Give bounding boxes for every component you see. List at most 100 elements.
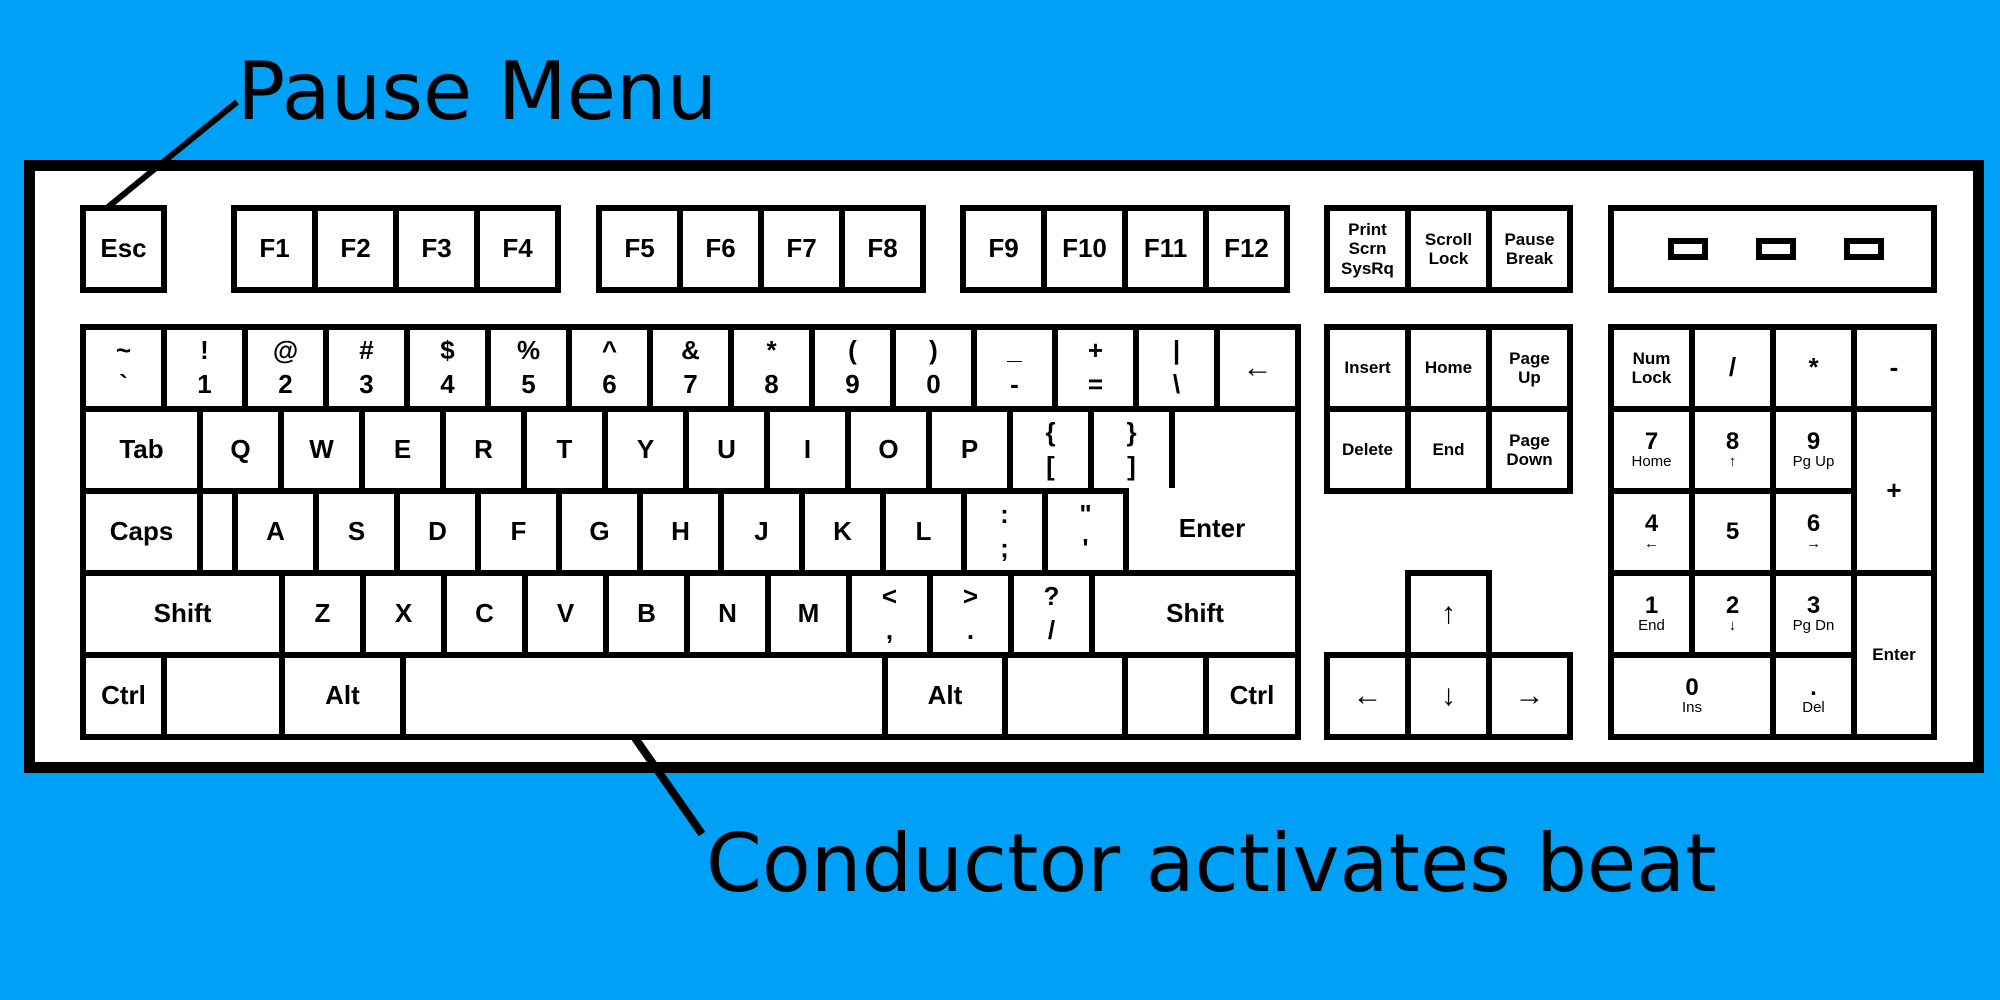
key-x[interactable]: X (360, 570, 447, 658)
key-f2[interactable]: F2 (312, 205, 399, 293)
key-blank-win-left[interactable] (161, 652, 285, 740)
key-insert[interactable]: Insert (1324, 324, 1411, 412)
key-r[interactable]: R (440, 406, 527, 494)
key-d[interactable]: D (394, 488, 481, 576)
key-l[interactable]: L (880, 488, 967, 576)
key-spacebar[interactable] (400, 652, 888, 740)
key-4[interactable]: $4 (404, 324, 491, 412)
key-arrow-right[interactable]: → (1486, 652, 1573, 740)
key-comma[interactable]: <, (846, 570, 933, 658)
key-f10[interactable]: F10 (1041, 205, 1128, 293)
key-f12[interactable]: F12 (1203, 205, 1290, 293)
key-minus[interactable]: _ - (971, 324, 1058, 412)
key-alt-left[interactable]: Alt (279, 652, 406, 740)
key-f11[interactable]: F11 (1122, 205, 1209, 293)
key-f1[interactable]: F1 (231, 205, 318, 293)
key-1[interactable]: ! 1 (161, 324, 248, 412)
key-a[interactable]: A (232, 488, 319, 576)
key-f8[interactable]: F8 (839, 205, 926, 293)
key-e[interactable]: E (359, 406, 446, 494)
key-ctrl-left[interactable]: Ctrl (80, 652, 167, 740)
key-m[interactable]: M (765, 570, 852, 658)
key-print-screen[interactable]: Print Scrn SysRq (1324, 205, 1411, 293)
key-equals[interactable]: + = (1052, 324, 1139, 412)
key-alt-right[interactable]: Alt (882, 652, 1008, 740)
key-end[interactable]: End (1405, 406, 1492, 494)
key-arrow-up[interactable]: ↑ (1405, 570, 1492, 658)
key-numpad-enter[interactable]: Enter (1851, 570, 1937, 740)
key-arrow-down[interactable]: ↓ (1405, 652, 1492, 740)
key-f3[interactable]: F3 (393, 205, 480, 293)
key-numpad-multiply[interactable]: * (1770, 324, 1857, 412)
key-numpad-9[interactable]: 9 Pg Up (1770, 406, 1857, 494)
key-page-down[interactable]: Page Down (1486, 406, 1573, 494)
key-period[interactable]: >. (927, 570, 1014, 658)
key-f5[interactable]: F5 (596, 205, 683, 293)
key-f4[interactable]: F4 (474, 205, 561, 293)
key-numpad-divide[interactable]: / (1689, 324, 1776, 412)
key-numpad-7[interactable]: 7 Home (1608, 406, 1695, 494)
key-b[interactable]: B (603, 570, 690, 658)
key-home[interactable]: Home (1405, 324, 1492, 412)
key-5[interactable]: % 5 (485, 324, 572, 412)
key-i[interactable]: I (764, 406, 851, 494)
key-numpad-3[interactable]: 3 Pg Dn (1770, 570, 1857, 658)
key-quote[interactable]: " ' (1042, 488, 1129, 576)
key-numpad-2[interactable]: 2 ↓ (1689, 570, 1776, 658)
key-semicolon[interactable]: :; (961, 488, 1048, 576)
key-numpad-8[interactable]: 8 ↑ (1689, 406, 1776, 494)
key-scroll-lock[interactable]: Scroll Lock (1405, 205, 1492, 293)
key-7[interactable]: & 7 (647, 324, 734, 412)
key-3[interactable]: #3 (323, 324, 410, 412)
key-bracket-right[interactable]: }] (1088, 406, 1175, 494)
key-f[interactable]: F (475, 488, 562, 576)
key-v[interactable]: V (522, 570, 609, 658)
key-z[interactable]: Z (279, 570, 366, 658)
key-y[interactable]: Y (602, 406, 689, 494)
key-arrow-left[interactable]: ← (1324, 652, 1411, 740)
key-numpad-0[interactable]: 0 Ins (1608, 652, 1776, 740)
key-shift-right[interactable]: Shift (1089, 570, 1301, 658)
key-esc[interactable]: Esc (80, 205, 167, 293)
key-c[interactable]: C (441, 570, 528, 658)
key-k[interactable]: K (799, 488, 886, 576)
key-numpad-1[interactable]: 1 End (1608, 570, 1695, 658)
key-h[interactable]: H (637, 488, 724, 576)
key-blank-win-right[interactable] (1002, 652, 1128, 740)
key-f6[interactable]: F6 (677, 205, 764, 293)
key-numpad-6[interactable]: 6 → (1770, 488, 1857, 576)
key-shift-left[interactable]: Shift (80, 570, 285, 658)
key-g[interactable]: G (556, 488, 643, 576)
key-q[interactable]: Q (197, 406, 284, 494)
key-slash[interactable]: ? / (1008, 570, 1095, 658)
key-blank-menu[interactable] (1122, 652, 1209, 740)
key-numpad-decimal[interactable]: . Del (1770, 652, 1857, 740)
key-8[interactable]: * 8 (728, 324, 815, 412)
key-num-lock[interactable]: Num Lock (1608, 324, 1695, 412)
key-numpad-5[interactable]: 5 (1689, 488, 1776, 576)
key-9[interactable]: (9 (809, 324, 896, 412)
key-bracket-left[interactable]: {[ (1007, 406, 1094, 494)
key-ctrl-right[interactable]: Ctrl (1203, 652, 1301, 740)
key-numpad-minus[interactable]: - (1851, 324, 1937, 412)
key-p[interactable]: P (926, 406, 1013, 494)
key-u[interactable]: U (683, 406, 770, 494)
key-n[interactable]: N (684, 570, 771, 658)
key-backslash[interactable]: | \ (1133, 324, 1220, 412)
key-pause-break[interactable]: Pause Break (1486, 205, 1573, 293)
key-page-up[interactable]: Page Up (1486, 324, 1573, 412)
key-w[interactable]: W (278, 406, 365, 494)
key-f7[interactable]: F7 (758, 205, 845, 293)
key-0[interactable]: ) 0 (890, 324, 977, 412)
key-tilde[interactable]: ~ ` (80, 324, 167, 412)
key-backspace[interactable]: ← (1214, 324, 1301, 412)
key-numpad-plus[interactable]: + (1851, 406, 1937, 576)
key-caps-lock[interactable]: Caps (80, 488, 203, 576)
key-delete[interactable]: Delete (1324, 406, 1411, 494)
key-tab[interactable]: Tab (80, 406, 203, 494)
key-j[interactable]: J (718, 488, 805, 576)
key-f9[interactable]: F9 (960, 205, 1047, 293)
key-o[interactable]: O (845, 406, 932, 494)
key-numpad-4[interactable]: 4 ← (1608, 488, 1695, 576)
key-t[interactable]: T (521, 406, 608, 494)
